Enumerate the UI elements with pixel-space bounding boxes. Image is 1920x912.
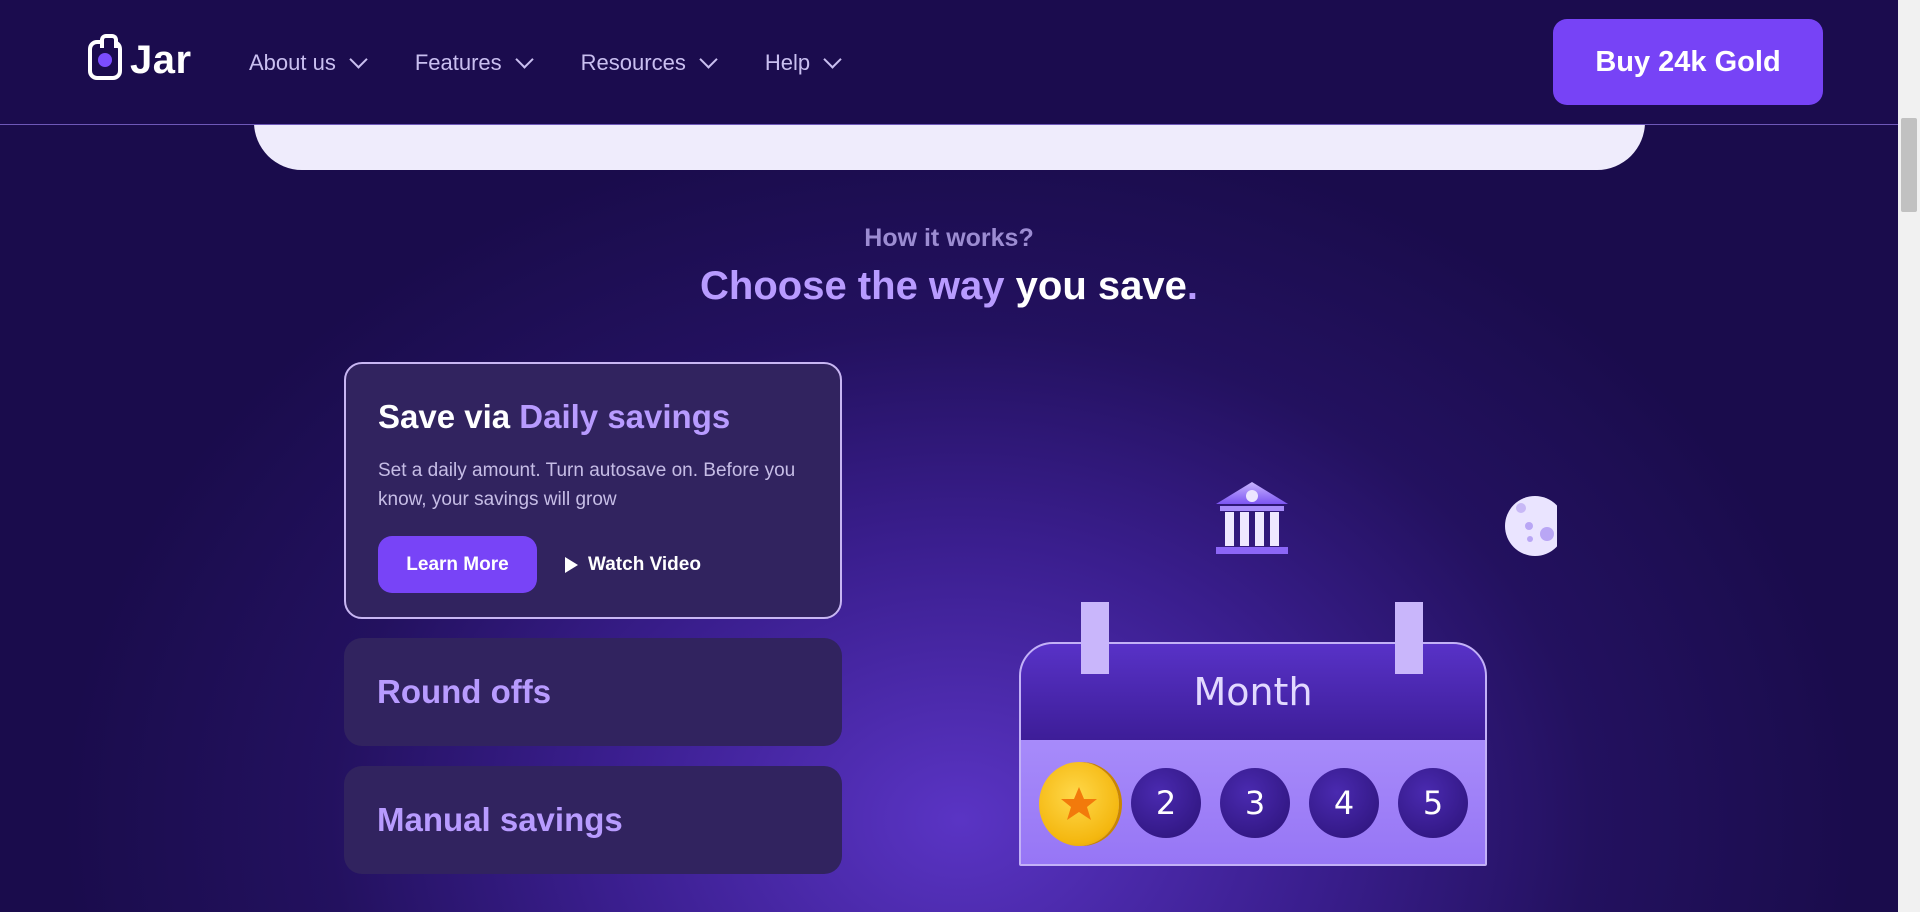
manual-savings-card[interactable]: Manual savings [344, 766, 842, 874]
month-calendar-illustration: Month 2 3 4 5 [1019, 602, 1487, 866]
gold-coin-star-icon [1039, 762, 1119, 846]
bank-icon [1216, 482, 1288, 554]
play-icon [565, 556, 578, 573]
card-title-accent: Daily savings [519, 398, 731, 435]
brand-logo[interactable]: Jar [88, 34, 192, 84]
section-title-period: . [1186, 264, 1198, 308]
calendar-ring [1395, 602, 1423, 674]
card-title-prefix: Save via [378, 398, 520, 435]
nav-item-resources[interactable]: Resources [580, 49, 718, 76]
section-title: Choose the way you save. [0, 264, 1898, 309]
calendar-ring [1081, 602, 1109, 674]
site-header: Jar About us Features Resources Help Buy… [0, 0, 1898, 125]
calendar-day: 2 [1131, 768, 1201, 838]
scrollbar-thumb[interactable] [1901, 118, 1917, 212]
calendar-days: 2 3 4 5 [1021, 740, 1485, 864]
chevron-down-icon [349, 49, 368, 69]
calendar-body: Month 2 3 4 5 [1019, 642, 1487, 866]
watch-video-label: Watch Video [588, 553, 701, 575]
calendar-day: 3 [1220, 768, 1290, 838]
calendar-day: 4 [1309, 768, 1379, 838]
daily-savings-card[interactable]: Save via Daily savings Set a daily amoun… [344, 362, 842, 619]
chevron-down-icon [823, 49, 842, 69]
nav-item-label: Features [414, 50, 502, 75]
nav-item-label: Resources [580, 50, 686, 75]
chevron-down-icon [699, 49, 718, 69]
card-title: Save via Daily savings [378, 398, 808, 436]
card-description: Set a daily amount. Turn autosave on. Be… [378, 460, 796, 510]
watch-video-button[interactable]: Watch Video [565, 554, 701, 576]
jar-logo-icon [88, 34, 122, 80]
nav-item-about-us[interactable]: About us [249, 49, 368, 76]
card-actions: Learn More Watch Video [378, 536, 808, 593]
nav-item-label: About us [249, 50, 336, 75]
section-eyebrow: How it works? [864, 224, 1034, 252]
card-title: Round offs [377, 673, 552, 710]
round-offs-card[interactable]: Round offs [344, 638, 842, 746]
main-nav: About us Features Resources Help [249, 49, 842, 76]
nav-item-help[interactable]: Help [764, 49, 842, 76]
learn-more-button[interactable]: Learn More [378, 536, 537, 593]
nav-item-features[interactable]: Features [414, 49, 534, 76]
calendar-day: 5 [1398, 768, 1468, 838]
moon-icon [1505, 496, 1557, 556]
section-title-accent: Choose the way [700, 264, 1005, 308]
buy-gold-button[interactable]: Buy 24k Gold [1553, 19, 1823, 105]
nav-item-label: Help [764, 50, 811, 75]
chevron-down-icon [514, 49, 534, 69]
brand-name: Jar [130, 37, 192, 82]
card-title: Manual savings [377, 801, 623, 838]
section-title-main: you save [1004, 264, 1187, 308]
